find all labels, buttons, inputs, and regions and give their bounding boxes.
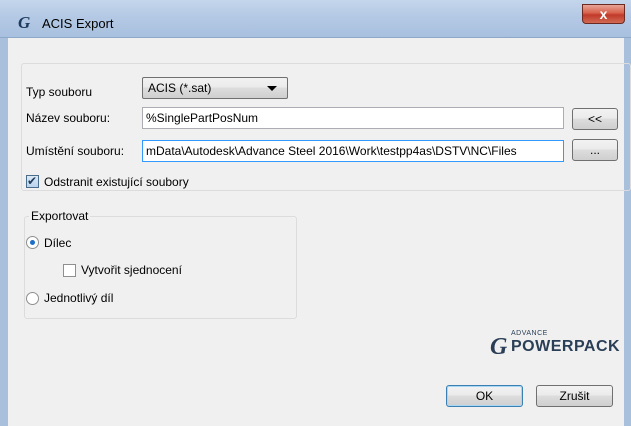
dialog-client-area: Typ souboru ACIS (*.sat) Název souboru: … — [8, 38, 631, 426]
close-icon: x — [599, 6, 608, 22]
file-type-value: ACIS (*.sat) — [148, 81, 212, 95]
chevron-down-icon — [267, 86, 277, 91]
window-frame-left — [0, 38, 8, 426]
browse-button[interactable]: ... — [572, 139, 618, 161]
checkmark-icon: ✔ — [27, 174, 38, 188]
logo-small-text: ADVANCE — [511, 330, 548, 337]
file-type-label: Typ souboru — [26, 85, 93, 99]
export-group-title: Exportovat — [29, 209, 91, 223]
file-location-input[interactable]: mData\Autodesk\Advance Steel 2016\Work\t… — [142, 140, 564, 162]
insert-variable-button[interactable]: << — [572, 108, 618, 130]
file-type-select[interactable]: ACIS (*.sat) — [142, 77, 288, 99]
create-union-checkbox[interactable] — [63, 264, 76, 277]
file-name-input[interactable]: %SinglePartPosNum — [142, 107, 564, 129]
create-union-label: Vytvořit sjednocení — [81, 263, 182, 277]
title-bar[interactable]: G ACIS Export x — [0, 0, 631, 38]
file-location-label: Umístění souboru: — [26, 144, 125, 158]
radio-single-part-label: Jednotlivý díl — [44, 291, 114, 305]
advance-powerpack-logo: G ADVANCE POWERPACK — [490, 330, 625, 360]
delete-existing-label: Odstranit existující soubory — [44, 175, 189, 189]
radio-part-label: Dílec — [44, 236, 72, 250]
window-title: ACIS Export — [42, 16, 114, 31]
logo-big-text: POWERPACK — [511, 338, 621, 355]
app-icon: G — [18, 13, 31, 32]
radio-part[interactable] — [26, 236, 39, 249]
cancel-button[interactable]: Zrušit — [536, 385, 613, 407]
file-name-label: Název souboru: — [26, 111, 111, 125]
radio-single-part[interactable] — [26, 292, 39, 305]
acis-export-dialog: G ACIS Export x Typ souboru ACIS (*.sat)… — [0, 0, 631, 426]
close-button[interactable]: x — [582, 4, 625, 24]
logo-mark: G — [490, 334, 508, 360]
ok-button[interactable]: OK — [446, 385, 523, 407]
delete-existing-checkbox[interactable]: ✔ — [26, 174, 39, 188]
radio-dot-icon — [30, 240, 35, 245]
